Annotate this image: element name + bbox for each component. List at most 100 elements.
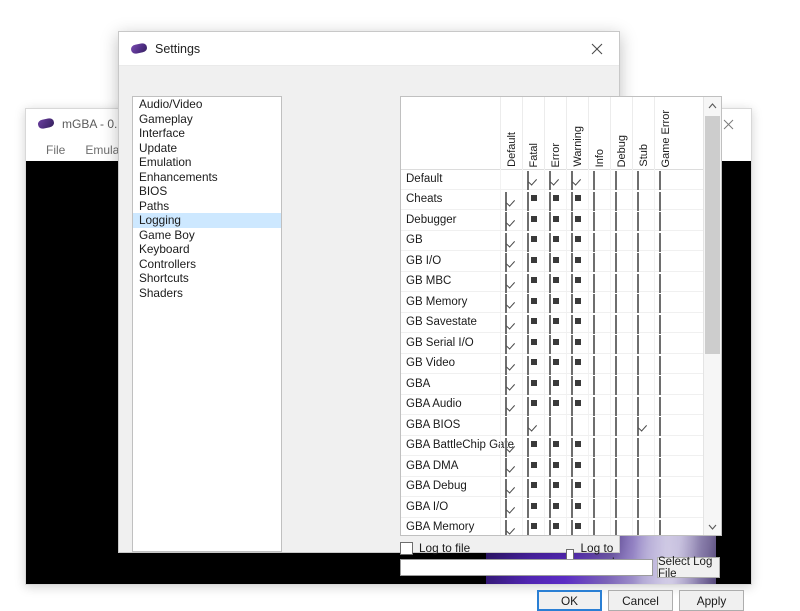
- log-level-checkbox[interactable]: [527, 439, 540, 452]
- log-level-checkbox[interactable]: [659, 377, 672, 390]
- log-level-checkbox[interactable]: [637, 234, 650, 247]
- checkbox-box[interactable]: [527, 479, 529, 498]
- checkbox-box[interactable]: [637, 458, 639, 477]
- log-level-checkbox[interactable]: [505, 295, 518, 308]
- log-level-checkbox[interactable]: [549, 213, 562, 226]
- checkbox-box[interactable]: [571, 520, 573, 535]
- checkbox-box[interactable]: [637, 294, 639, 313]
- sidebar-item-enhancements[interactable]: Enhancements: [133, 170, 281, 185]
- log-level-checkbox[interactable]: [593, 234, 606, 247]
- table-row[interactable]: GB Memory: [401, 292, 704, 313]
- log-level-checkbox[interactable]: [505, 234, 518, 247]
- checkbox-box[interactable]: [593, 274, 595, 293]
- log-level-checkbox[interactable]: [571, 275, 584, 288]
- checkbox-box[interactable]: [615, 376, 617, 395]
- checkbox-box[interactable]: [637, 520, 639, 535]
- log-level-checkbox[interactable]: [527, 377, 540, 390]
- checkbox-box[interactable]: [571, 376, 573, 395]
- checkbox-box[interactable]: [571, 233, 573, 252]
- sidebar-item-bios[interactable]: BIOS: [133, 184, 281, 199]
- checkbox-box[interactable]: [549, 356, 551, 375]
- checkbox-box[interactable]: [659, 438, 661, 457]
- log-level-checkbox[interactable]: [505, 459, 518, 472]
- log-level-checkbox[interactable]: [593, 295, 606, 308]
- checkbox-box[interactable]: [593, 315, 595, 334]
- log-level-checkbox[interactable]: [549, 357, 562, 370]
- table-row[interactable]: Cheats: [401, 190, 704, 211]
- log-level-checkbox[interactable]: [593, 377, 606, 390]
- log-level-checkbox[interactable]: [571, 336, 584, 349]
- log-level-checkbox[interactable]: [593, 254, 606, 267]
- log-level-checkbox[interactable]: [593, 213, 606, 226]
- checkbox-box[interactable]: [615, 458, 617, 477]
- checkbox-box[interactable]: [637, 253, 639, 272]
- log-level-checkbox[interactable]: [527, 521, 540, 534]
- checkbox-box[interactable]: [571, 253, 573, 272]
- log-level-checkbox[interactable]: [549, 480, 562, 493]
- checkbox-box[interactable]: [659, 253, 661, 272]
- log-level-checkbox[interactable]: [549, 234, 562, 247]
- checkbox-box[interactable]: [549, 212, 551, 231]
- log-level-checkbox[interactable]: [593, 275, 606, 288]
- sidebar-item-paths[interactable]: Paths: [133, 199, 281, 214]
- log-level-checkbox[interactable]: [549, 377, 562, 390]
- log-level-checkbox[interactable]: [527, 254, 540, 267]
- checkbox-box[interactable]: [659, 315, 661, 334]
- checkbox-box[interactable]: [615, 171, 617, 190]
- checkbox-box[interactable]: [527, 438, 529, 457]
- checkbox-box[interactable]: [527, 335, 529, 354]
- log-level-checkbox[interactable]: [659, 193, 672, 206]
- checkbox-box[interactable]: [593, 479, 595, 498]
- log-file-path-input[interactable]: [400, 559, 653, 576]
- checkbox-box[interactable]: [571, 479, 573, 498]
- log-level-checkbox[interactable]: [527, 316, 540, 329]
- checkbox-box[interactable]: [571, 171, 573, 190]
- checkbox-box[interactable]: [593, 499, 595, 518]
- log-level-checkbox[interactable]: [637, 377, 650, 390]
- log-level-checkbox[interactable]: [549, 275, 562, 288]
- log-level-checkbox[interactable]: [505, 193, 518, 206]
- table-row[interactable]: GB: [401, 231, 704, 252]
- checkbox-box[interactable]: [637, 438, 639, 457]
- checkbox-box[interactable]: [637, 499, 639, 518]
- log-level-checkbox[interactable]: [615, 521, 628, 534]
- log-level-checkbox[interactable]: [593, 439, 606, 452]
- log-level-checkbox[interactable]: [527, 213, 540, 226]
- checkbox-box[interactable]: [549, 397, 551, 416]
- checkbox-box[interactable]: [505, 376, 507, 395]
- checkbox-box[interactable]: [593, 192, 595, 211]
- checkbox-box[interactable]: [615, 274, 617, 293]
- log-level-checkbox[interactable]: [659, 234, 672, 247]
- log-level-checkbox[interactable]: [637, 500, 650, 513]
- checkbox-box[interactable]: [571, 397, 573, 416]
- log-level-checkbox[interactable]: [593, 398, 606, 411]
- checkbox-box[interactable]: [615, 520, 617, 535]
- log-level-checkbox[interactable]: [615, 295, 628, 308]
- log-level-checkbox[interactable]: [527, 418, 540, 431]
- checkbox-box[interactable]: [549, 192, 551, 211]
- checkbox-box[interactable]: [615, 192, 617, 211]
- log-level-checkbox[interactable]: [527, 357, 540, 370]
- checkbox-box[interactable]: [593, 233, 595, 252]
- checkbox-box[interactable]: [637, 233, 639, 252]
- checkbox-box[interactable]: [549, 520, 551, 535]
- checkbox-box[interactable]: [615, 417, 617, 436]
- log-level-checkbox[interactable]: [571, 193, 584, 206]
- log-level-checkbox[interactable]: [659, 418, 672, 431]
- checkbox-box[interactable]: [593, 335, 595, 354]
- checkbox-box[interactable]: [593, 520, 595, 535]
- log-level-checkbox[interactable]: [593, 459, 606, 472]
- checkbox-box[interactable]: [659, 335, 661, 354]
- log-level-checkbox[interactable]: [505, 398, 518, 411]
- checkbox-box[interactable]: [549, 376, 551, 395]
- log-level-checkbox[interactable]: [659, 500, 672, 513]
- table-row[interactable]: GBA I/O: [401, 497, 704, 518]
- log-level-checkbox[interactable]: [615, 336, 628, 349]
- checkbox-box[interactable]: [593, 438, 595, 457]
- checkbox-box[interactable]: [505, 520, 507, 535]
- log-level-checkbox[interactable]: [637, 295, 650, 308]
- checkbox-box[interactable]: [637, 356, 639, 375]
- checkbox-box[interactable]: [527, 499, 529, 518]
- log-level-checkbox[interactable]: [571, 295, 584, 308]
- log-level-checkbox[interactable]: [659, 459, 672, 472]
